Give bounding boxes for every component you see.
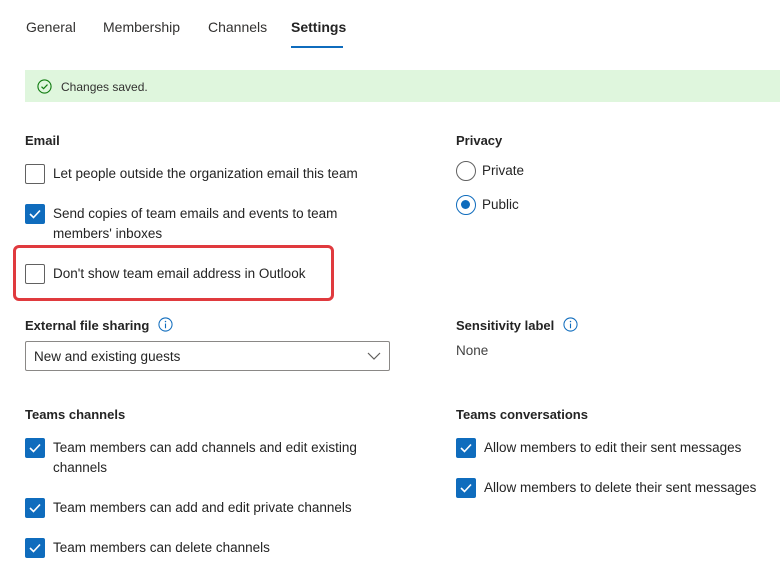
outside-email-label: Let people outside the organization emai… [53, 166, 358, 181]
tab-general[interactable]: General [26, 19, 76, 35]
private-channels-checkbox[interactable] [25, 498, 45, 518]
sensitivity-label-title: Sensitivity label [456, 318, 555, 333]
privacy-public-label: Public [482, 197, 519, 212]
chevron-down-icon [367, 352, 381, 360]
tab-bar: General Membership Channels Settings [0, 0, 780, 50]
checkmark-circle-icon [37, 79, 52, 94]
info-icon[interactable] [158, 317, 173, 332]
outside-email-checkbox[interactable] [25, 164, 45, 184]
send-copies-label-line2: members' inboxes [53, 226, 163, 241]
privacy-private-radio[interactable] [456, 161, 476, 181]
hide-email-address-label: Don't show team email address in Outlook [53, 266, 306, 281]
checkmark-icon [29, 543, 41, 553]
external-sharing-title: External file sharing [25, 318, 150, 333]
privacy-public-radio[interactable] [456, 195, 476, 215]
tab-membership[interactable]: Membership [103, 19, 180, 35]
send-copies-checkbox[interactable] [25, 204, 45, 224]
privacy-private-label: Private [482, 163, 525, 178]
send-copies-label-line1: Send copies of team emails and events to… [53, 206, 338, 221]
checkmark-icon [460, 483, 472, 493]
external-sharing-dropdown[interactable]: New and existing guests [25, 341, 390, 371]
add-channels-label-line1: Team members can add channels and edit e… [53, 440, 357, 455]
checkmark-icon [29, 443, 41, 453]
info-icon[interactable] [563, 317, 578, 332]
external-sharing-value: New and existing guests [34, 349, 181, 364]
private-channels-label: Team members can add and edit private ch… [53, 500, 352, 515]
delete-sent-messages-label: Allow members to delete their sent messa… [484, 480, 757, 495]
tab-settings[interactable]: Settings [291, 19, 346, 35]
hide-email-address-checkbox[interactable] [25, 264, 45, 284]
delete-sent-messages-checkbox[interactable] [456, 478, 476, 498]
sensitivity-label-value: None [456, 343, 489, 358]
checkmark-icon [460, 443, 472, 453]
edit-sent-messages-label: Allow members to edit their sent message… [484, 440, 742, 455]
success-banner: Changes saved. [25, 70, 780, 102]
add-channels-checkbox[interactable] [25, 438, 45, 458]
add-channels-label-line2: channels [53, 460, 108, 475]
edit-sent-messages-checkbox[interactable] [456, 438, 476, 458]
teams-channels-title: Teams channels [25, 407, 126, 422]
delete-channels-checkbox[interactable] [25, 538, 45, 558]
email-section-title: Email [25, 133, 60, 148]
checkmark-icon [29, 209, 41, 219]
banner-message: Changes saved. [61, 80, 148, 94]
teams-conversations-title: Teams conversations [456, 407, 588, 422]
privacy-section-title: Privacy [456, 133, 503, 148]
checkmark-icon [29, 503, 41, 513]
delete-channels-label: Team members can delete channels [53, 540, 270, 555]
active-tab-indicator [291, 46, 343, 48]
tab-channels[interactable]: Channels [208, 19, 267, 35]
